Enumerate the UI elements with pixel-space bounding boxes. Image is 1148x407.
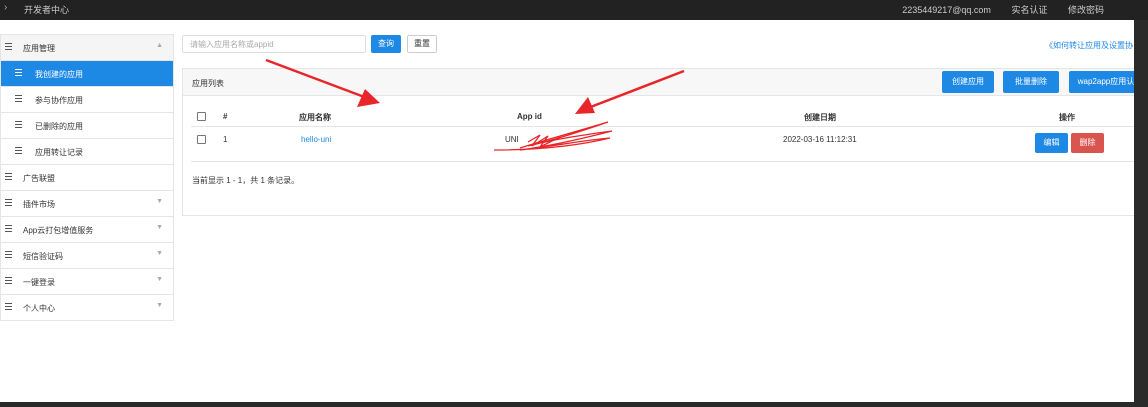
sidebar-item-ad-alliance[interactable]: 广告联盟 bbox=[1, 165, 173, 191]
select-all-checkbox[interactable] bbox=[197, 112, 206, 121]
sidebar-item-cloud-packaging[interactable]: App云打包增值服务 ▼ bbox=[1, 217, 173, 243]
col-operations: 操作 bbox=[1059, 113, 1075, 122]
chevron-right-icon[interactable]: › bbox=[4, 2, 7, 13]
user-menu: 2235449217@qq.com 实名认证 修改密码 bbox=[884, 3, 1104, 16]
wap2app-button[interactable]: wap2app应用认 bbox=[1069, 71, 1134, 93]
header-divider bbox=[191, 126, 1134, 127]
col-index: # bbox=[223, 112, 228, 121]
batch-delete-button[interactable]: 批量删除 bbox=[1003, 71, 1059, 93]
sidebar-item-collab-apps[interactable]: 参与协作应用 bbox=[1, 87, 173, 113]
menu-icon bbox=[5, 303, 12, 304]
sidebar-item-label: 应用管理 bbox=[23, 44, 55, 53]
chevron-down-icon: ▼ bbox=[156, 198, 163, 205]
row-checkbox[interactable] bbox=[197, 135, 206, 144]
sidebar-item-personal-center[interactable]: 个人中心 ▼ bbox=[1, 295, 173, 320]
chevron-down-icon: ▼ bbox=[156, 250, 163, 257]
row-index: 1 bbox=[223, 135, 228, 144]
panel-title: 应用列表 bbox=[192, 79, 224, 88]
menu-icon bbox=[5, 251, 12, 252]
sidebar-item-plugin-market[interactable]: 插件市场 ▼ bbox=[1, 191, 173, 217]
chevron-down-icon: ▼ bbox=[156, 224, 163, 231]
menu-icon bbox=[5, 43, 12, 44]
sidebar-item-one-click-login[interactable]: 一键登录 ▼ bbox=[1, 269, 173, 295]
sidebar: 应用管理 ▲ 我创建的应用 参与协作应用 已删除的应用 应用转让记录 广告联盟 … bbox=[0, 34, 174, 321]
menu-icon bbox=[5, 277, 12, 278]
sidebar-item-sms-verification[interactable]: 短信验证码 ▼ bbox=[1, 243, 173, 269]
menu-icon bbox=[15, 69, 22, 70]
sidebar-item-transfer-records[interactable]: 应用转让记录 bbox=[1, 139, 173, 165]
edit-button[interactable]: 编辑 bbox=[1035, 133, 1068, 153]
chevron-down-icon: ▼ bbox=[156, 302, 163, 309]
col-app-name: 应用名称 bbox=[299, 113, 331, 122]
menu-icon bbox=[5, 225, 12, 226]
query-button[interactable]: 查询 bbox=[371, 35, 401, 53]
pagination-summary: 当前显示 1 - 1，共 1 条记录。 bbox=[192, 176, 300, 185]
main-content: 应用管理 ▲ 我创建的应用 参与协作应用 已删除的应用 应用转让记录 广告联盟 … bbox=[0, 20, 1134, 402]
panel-header: 应用列表 创建应用 批量删除 wap2app应用认 bbox=[183, 69, 1134, 96]
col-created-date: 创建日期 bbox=[804, 113, 836, 122]
row-divider bbox=[191, 161, 1134, 162]
bottom-edge bbox=[0, 402, 1148, 407]
menu-icon bbox=[5, 199, 12, 200]
sidebar-item-label: 一键登录 bbox=[23, 278, 55, 287]
reset-button[interactable]: 重置 bbox=[407, 35, 437, 53]
delete-button[interactable]: 删除 bbox=[1071, 133, 1104, 153]
sidebar-item-label: App云打包增值服务 bbox=[23, 226, 94, 235]
menu-icon bbox=[15, 147, 22, 148]
sidebar-item-label: 广告联盟 bbox=[23, 174, 55, 183]
sidebar-item-deleted-apps[interactable]: 已删除的应用 bbox=[1, 113, 173, 139]
menu-icon bbox=[15, 121, 22, 122]
sidebar-item-label: 参与协作应用 bbox=[35, 96, 83, 105]
sidebar-item-label: 我创建的应用 bbox=[35, 70, 83, 79]
sidebar-item-label: 已删除的应用 bbox=[35, 122, 83, 131]
menu-icon bbox=[15, 95, 22, 96]
chevron-down-icon: ▼ bbox=[156, 276, 163, 283]
help-link[interactable]: 《如何转让应用及设置协 bbox=[1045, 40, 1133, 51]
app-title: 开发者中心 bbox=[24, 5, 70, 15]
top-bar: › 开发者中心 2235449217@qq.com 实名认证 修改密码 bbox=[0, 0, 1148, 20]
app-id-value: UNI bbox=[505, 135, 519, 144]
sidebar-item-label: 插件市场 bbox=[23, 200, 55, 209]
chevron-up-icon: ▲ bbox=[156, 42, 163, 49]
app-list-panel: 应用列表 创建应用 批量删除 wap2app应用认 # 应用名称 App id … bbox=[182, 68, 1134, 216]
create-app-button[interactable]: 创建应用 bbox=[942, 71, 994, 93]
search-input[interactable] bbox=[182, 35, 366, 53]
sidebar-item-my-apps[interactable]: 我创建的应用 bbox=[1, 61, 173, 87]
sidebar-item-app-management[interactable]: 应用管理 ▲ bbox=[1, 35, 173, 61]
app-name-link[interactable]: hello-uni bbox=[301, 135, 331, 144]
change-password-link[interactable]: 修改密码 bbox=[1068, 5, 1104, 15]
col-appid: App id bbox=[517, 112, 542, 121]
created-date-value: 2022-03-16 11:12:31 bbox=[783, 135, 857, 144]
sidebar-item-label: 应用转让记录 bbox=[35, 148, 83, 157]
menu-icon bbox=[5, 173, 12, 174]
user-email[interactable]: 2235449217@qq.com bbox=[902, 5, 991, 15]
verify-link[interactable]: 实名认证 bbox=[1011, 5, 1047, 15]
sidebar-item-label: 短信验证码 bbox=[23, 252, 63, 261]
right-edge bbox=[1134, 20, 1148, 407]
sidebar-item-label: 个人中心 bbox=[23, 304, 55, 313]
